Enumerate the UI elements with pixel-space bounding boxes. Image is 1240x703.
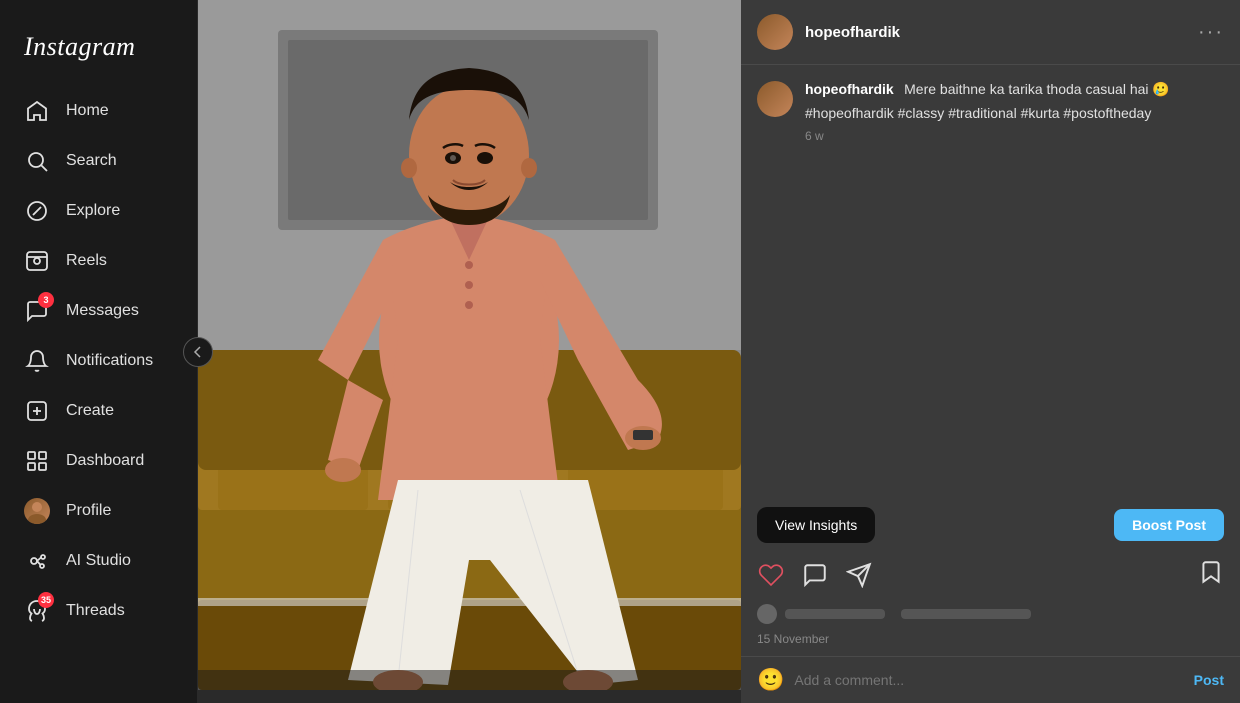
likes-row bbox=[741, 598, 1240, 628]
dashboard-label: Dashboard bbox=[66, 452, 144, 470]
sidebar-item-threads[interactable]: Threads 35 bbox=[12, 586, 185, 636]
post-image-column bbox=[198, 0, 741, 703]
right-panel: hopeofhardik ··· hopeofhardik Mere baith… bbox=[741, 0, 1240, 703]
post-date: 15 November bbox=[741, 628, 1240, 656]
ai-studio-icon bbox=[24, 548, 50, 574]
sidebar-item-home[interactable]: Home bbox=[12, 86, 185, 136]
comment-button[interactable] bbox=[801, 561, 829, 589]
reels-label: Reels bbox=[66, 252, 107, 270]
sidebar-item-messages[interactable]: Messages 3 bbox=[12, 286, 185, 336]
caption-time: 6 w bbox=[805, 129, 1224, 143]
caption-avatar bbox=[757, 81, 793, 117]
caption-text: Mere baithne ka tarika thoda casual hai … bbox=[904, 81, 1170, 97]
ai-studio-label: AI Studio bbox=[66, 552, 131, 570]
likes-avatar-1 bbox=[757, 604, 777, 624]
main-content: hopeofhardik ··· hopeofhardik Mere baith… bbox=[198, 0, 1240, 703]
post-photo bbox=[198, 0, 741, 690]
caption-username[interactable]: hopeofhardik bbox=[805, 81, 894, 97]
sidebar-item-dashboard[interactable]: Dashboard bbox=[12, 436, 185, 486]
reels-icon bbox=[24, 248, 50, 274]
caption-text-block: hopeofhardik Mere baithne ka tarika thod… bbox=[805, 81, 1224, 143]
emoji-button[interactable]: 🙂 bbox=[757, 667, 784, 693]
threads-badge: 35 bbox=[38, 592, 54, 608]
notifications-icon bbox=[24, 348, 50, 374]
sidebar-item-create[interactable]: Create bbox=[12, 386, 185, 436]
insights-boost-row: View Insights Boost Post bbox=[741, 499, 1240, 551]
comment-bar: 🙂 Post bbox=[741, 656, 1240, 703]
threads-label: Threads bbox=[66, 602, 125, 620]
dashboard-icon bbox=[24, 448, 50, 474]
caption-hashtags: #hopeofhardik #classy #traditional #kurt… bbox=[805, 105, 1224, 121]
sidebar-item-notifications[interactable]: Notifications bbox=[12, 336, 185, 386]
profile-label: Profile bbox=[66, 502, 111, 520]
notifications-label: Notifications bbox=[66, 352, 153, 370]
home-label: Home bbox=[66, 102, 109, 120]
action-bar bbox=[741, 551, 1240, 598]
save-button[interactable] bbox=[1198, 559, 1224, 590]
comment-input[interactable] bbox=[794, 672, 1183, 688]
post-header: hopeofhardik ··· bbox=[741, 0, 1240, 65]
home-icon bbox=[24, 98, 50, 124]
post-header-avatar bbox=[757, 14, 793, 50]
view-insights-button[interactable]: View Insights bbox=[757, 507, 875, 543]
messages-badge: 3 bbox=[38, 292, 54, 308]
caption-area: hopeofhardik Mere baithne ka tarika thod… bbox=[741, 65, 1240, 159]
search-icon bbox=[24, 148, 50, 174]
more-options-button[interactable]: ··· bbox=[1198, 21, 1224, 44]
sidebar: Instagram Home Search bbox=[0, 0, 198, 703]
sidebar-item-reels[interactable]: Reels bbox=[12, 236, 185, 286]
create-label: Create bbox=[66, 402, 114, 420]
explore-icon bbox=[24, 198, 50, 224]
like-button[interactable] bbox=[757, 561, 785, 589]
likes-text-2 bbox=[901, 609, 1031, 619]
messages-label: Messages bbox=[66, 302, 139, 320]
boost-post-button[interactable]: Boost Post bbox=[1114, 509, 1224, 541]
sidebar-item-ai-studio[interactable]: AI Studio bbox=[12, 536, 185, 586]
sidebar-item-search[interactable]: Search bbox=[12, 136, 185, 186]
instagram-logo: Instagram bbox=[12, 16, 185, 86]
post-header-username[interactable]: hopeofhardik bbox=[805, 24, 1186, 41]
create-icon bbox=[24, 398, 50, 424]
post-comment-button[interactable]: Post bbox=[1194, 672, 1224, 688]
sidebar-item-profile[interactable]: Profile bbox=[12, 486, 185, 536]
search-label: Search bbox=[66, 152, 117, 170]
explore-label: Explore bbox=[66, 202, 120, 220]
share-button[interactable] bbox=[845, 561, 873, 589]
sidebar-item-explore[interactable]: Explore bbox=[12, 186, 185, 236]
profile-avatar bbox=[24, 498, 50, 524]
likes-text-1 bbox=[785, 609, 885, 619]
collapse-sidebar-button[interactable] bbox=[183, 337, 213, 367]
